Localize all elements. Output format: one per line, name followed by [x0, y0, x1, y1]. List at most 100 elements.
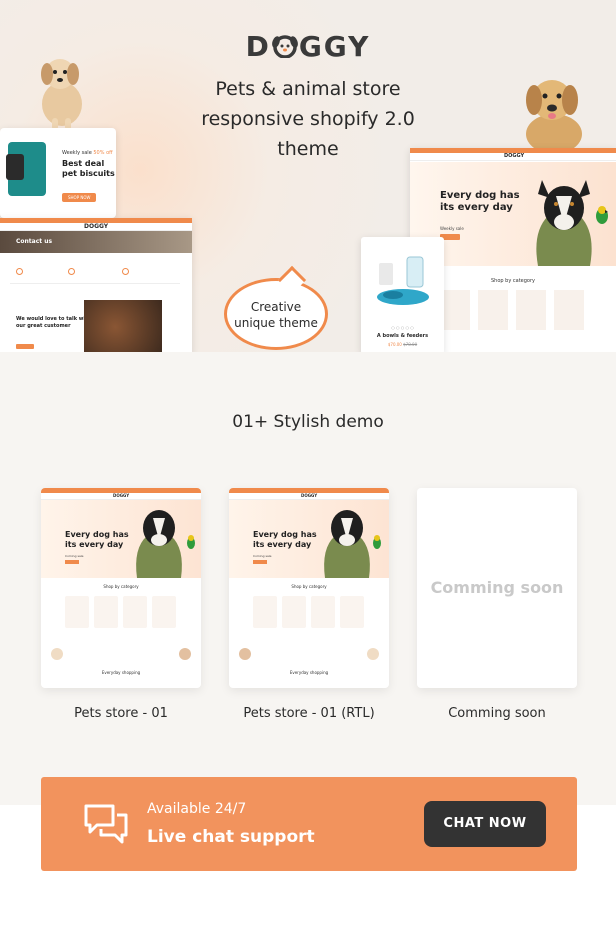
demo-brand: DOGGY: [301, 493, 318, 498]
rating-stars: ○ ○ ○ ○ ○: [391, 325, 414, 330]
demo-headline-2: its every day: [253, 540, 312, 549]
promo-shop-button[interactable]: SHOP NOW: [62, 184, 97, 203]
bubble-line-1: Creative: [250, 300, 302, 314]
puppy-photo: [84, 300, 162, 352]
home-brand: DOGGY: [504, 153, 525, 159]
promo-off-text: 50% off: [93, 150, 113, 156]
category-tile-rabbit[interactable]: [478, 290, 508, 330]
tagline-line-3: theme: [277, 138, 339, 160]
demo-everyday-title: Everyday shopping: [289, 670, 329, 675]
demo-headline-1: Every dog has: [65, 530, 129, 539]
phone-icon: [16, 268, 23, 275]
product-old-price: $78.00: [403, 342, 418, 347]
chat-subtitle: Available 24/7: [147, 801, 247, 817]
demo-headline: Every dog has its every day: [253, 530, 317, 550]
border-collie-image: [536, 180, 592, 266]
contact-info-row: [10, 266, 180, 284]
tagline-line-1: Pets & animal store: [215, 78, 401, 100]
demo-tile-rabbit[interactable]: [311, 596, 335, 628]
demo-card-pets-store[interactable]: DOGGY Every dog has its every day Coming …: [41, 488, 201, 688]
demo-shop-button[interactable]: [253, 560, 267, 564]
demo-tile-bird[interactable]: [253, 596, 277, 628]
puppy-image-left: [30, 52, 90, 132]
demo-tile-rabbit[interactable]: [94, 596, 118, 628]
demo-category-title: Shop by category: [291, 584, 327, 589]
location-icon: [122, 268, 129, 275]
promo-title: Best deal pet biscuits: [62, 159, 115, 179]
page: D GGY Pets & animal store responsive shop…: [0, 0, 616, 932]
demo-everyday-title: Everyday shopping: [101, 670, 141, 675]
demo-shop-button[interactable]: [65, 560, 79, 564]
promo-card[interactable]: Weekly sale 50% off Best deal pet biscui…: [0, 128, 116, 218]
demos-section: 01+ Stylish demo DOGGY Every dog has its …: [0, 352, 616, 805]
puppy-image-right: [514, 70, 590, 154]
demo-feature-row: [239, 646, 379, 662]
demos-title: 01+ Stylish demo: [232, 412, 384, 432]
product-card[interactable]: ○ ○ ○ ○ ○ A bowls & feeders $70.00 $78.0…: [361, 237, 444, 352]
contact-copy-2: our great customer: [16, 323, 71, 329]
chat-title: Live chat support: [147, 827, 315, 847]
preview-brand: DOGGY: [84, 223, 109, 230]
contact-copy-1: We would love to talk with: [16, 316, 92, 322]
demo-tile-dog[interactable]: [65, 596, 89, 628]
demo-dog-thumb: [239, 648, 251, 660]
hero-banner: D GGY Pets & animal store responsive shop…: [0, 0, 616, 352]
demo-collie-image: [324, 510, 370, 578]
contact-button[interactable]: [16, 344, 34, 349]
demo-hero: Every dog has its every day Coming sale: [41, 500, 201, 578]
brand-letters-ggy: GGY: [298, 30, 371, 63]
brand-logo[interactable]: D GGY: [0, 30, 616, 63]
parrot-image: [596, 206, 608, 224]
demo-pup-thumb: [367, 648, 379, 660]
creative-bubble: Creative unique theme: [224, 278, 328, 350]
chat-bubbles-icon: [84, 804, 128, 844]
contact-page-preview[interactable]: DOGGY Contact us We would love to talk w…: [0, 218, 192, 352]
demo-tile-bird[interactable]: [152, 596, 176, 628]
demo-collie-image: [136, 510, 182, 578]
coming-soon-placeholder: Comming soon: [430, 578, 564, 597]
category-tile-dog[interactable]: [440, 290, 470, 330]
category-tile-bird[interactable]: [554, 290, 584, 330]
product-price-row: $70.00 $78.00: [361, 342, 444, 347]
brand-letter-d: D: [245, 30, 271, 63]
demo-pup-thumb: [51, 648, 63, 660]
demo-feature-row: [51, 646, 191, 662]
demo-tile-cat[interactable]: [282, 596, 306, 628]
promo-weekly-text: Weekly sale: [62, 150, 92, 156]
demo-brand: DOGGY: [113, 493, 130, 498]
demo-headline-1: Every dog has: [253, 530, 317, 539]
contact-banner: Contact us: [0, 231, 192, 253]
promo-weekly: Weekly sale 50% off: [62, 150, 113, 156]
demo-label-coming-soon: Comming soon: [448, 706, 546, 721]
demo-nav: DOGGY: [41, 493, 201, 500]
promo-title-2: pet biscuits: [62, 169, 115, 178]
demo-tile-cat[interactable]: [123, 596, 147, 628]
mail-icon: [68, 268, 75, 275]
demo-label-pets-store-rtl[interactable]: Pets store - 01 (RTL): [229, 706, 389, 721]
tagline: Pets & animal store responsive shopify 2…: [170, 74, 446, 164]
contact-copy: We would love to talk with our great cus…: [16, 316, 91, 330]
demo-parrot-image: [373, 535, 381, 549]
pet-feeder-image: [377, 256, 429, 305]
demo-card-pets-store-rtl[interactable]: DOGGY Every dog has its every day Coming …: [229, 488, 389, 688]
promo-title-1: Best deal: [62, 159, 105, 168]
demo-hero: Every dog has its every day Coming sale: [229, 500, 389, 578]
demo-nav: DOGGY: [229, 493, 389, 500]
demo-tile-dog[interactable]: [340, 596, 364, 628]
demo-card-coming-soon: Comming soon: [417, 488, 577, 688]
demo-headline: Every dog has its every day: [65, 530, 129, 550]
category-tile-cat[interactable]: [516, 290, 546, 330]
demo-dog-thumb: [179, 648, 191, 660]
demo-weekly: Coming sale: [253, 554, 272, 558]
dog-face-icon: [271, 32, 298, 59]
demo-category-title: Shop by category: [103, 584, 139, 589]
home-nav: DOGGY: [410, 153, 616, 161]
bubble-line-2: unique theme: [234, 316, 318, 330]
chat-now-button[interactable]: CHAT NOW: [424, 801, 546, 847]
home-headline-1: Every dog has: [440, 190, 520, 201]
home-headline-2: its every day: [440, 202, 513, 213]
tagline-line-2: responsive shopify 2.0: [201, 108, 415, 130]
demo-label-pets-store[interactable]: Pets store - 01: [41, 706, 201, 721]
home-headline: Every dog has its every day: [440, 190, 520, 214]
product-price: $70.00: [387, 342, 402, 347]
